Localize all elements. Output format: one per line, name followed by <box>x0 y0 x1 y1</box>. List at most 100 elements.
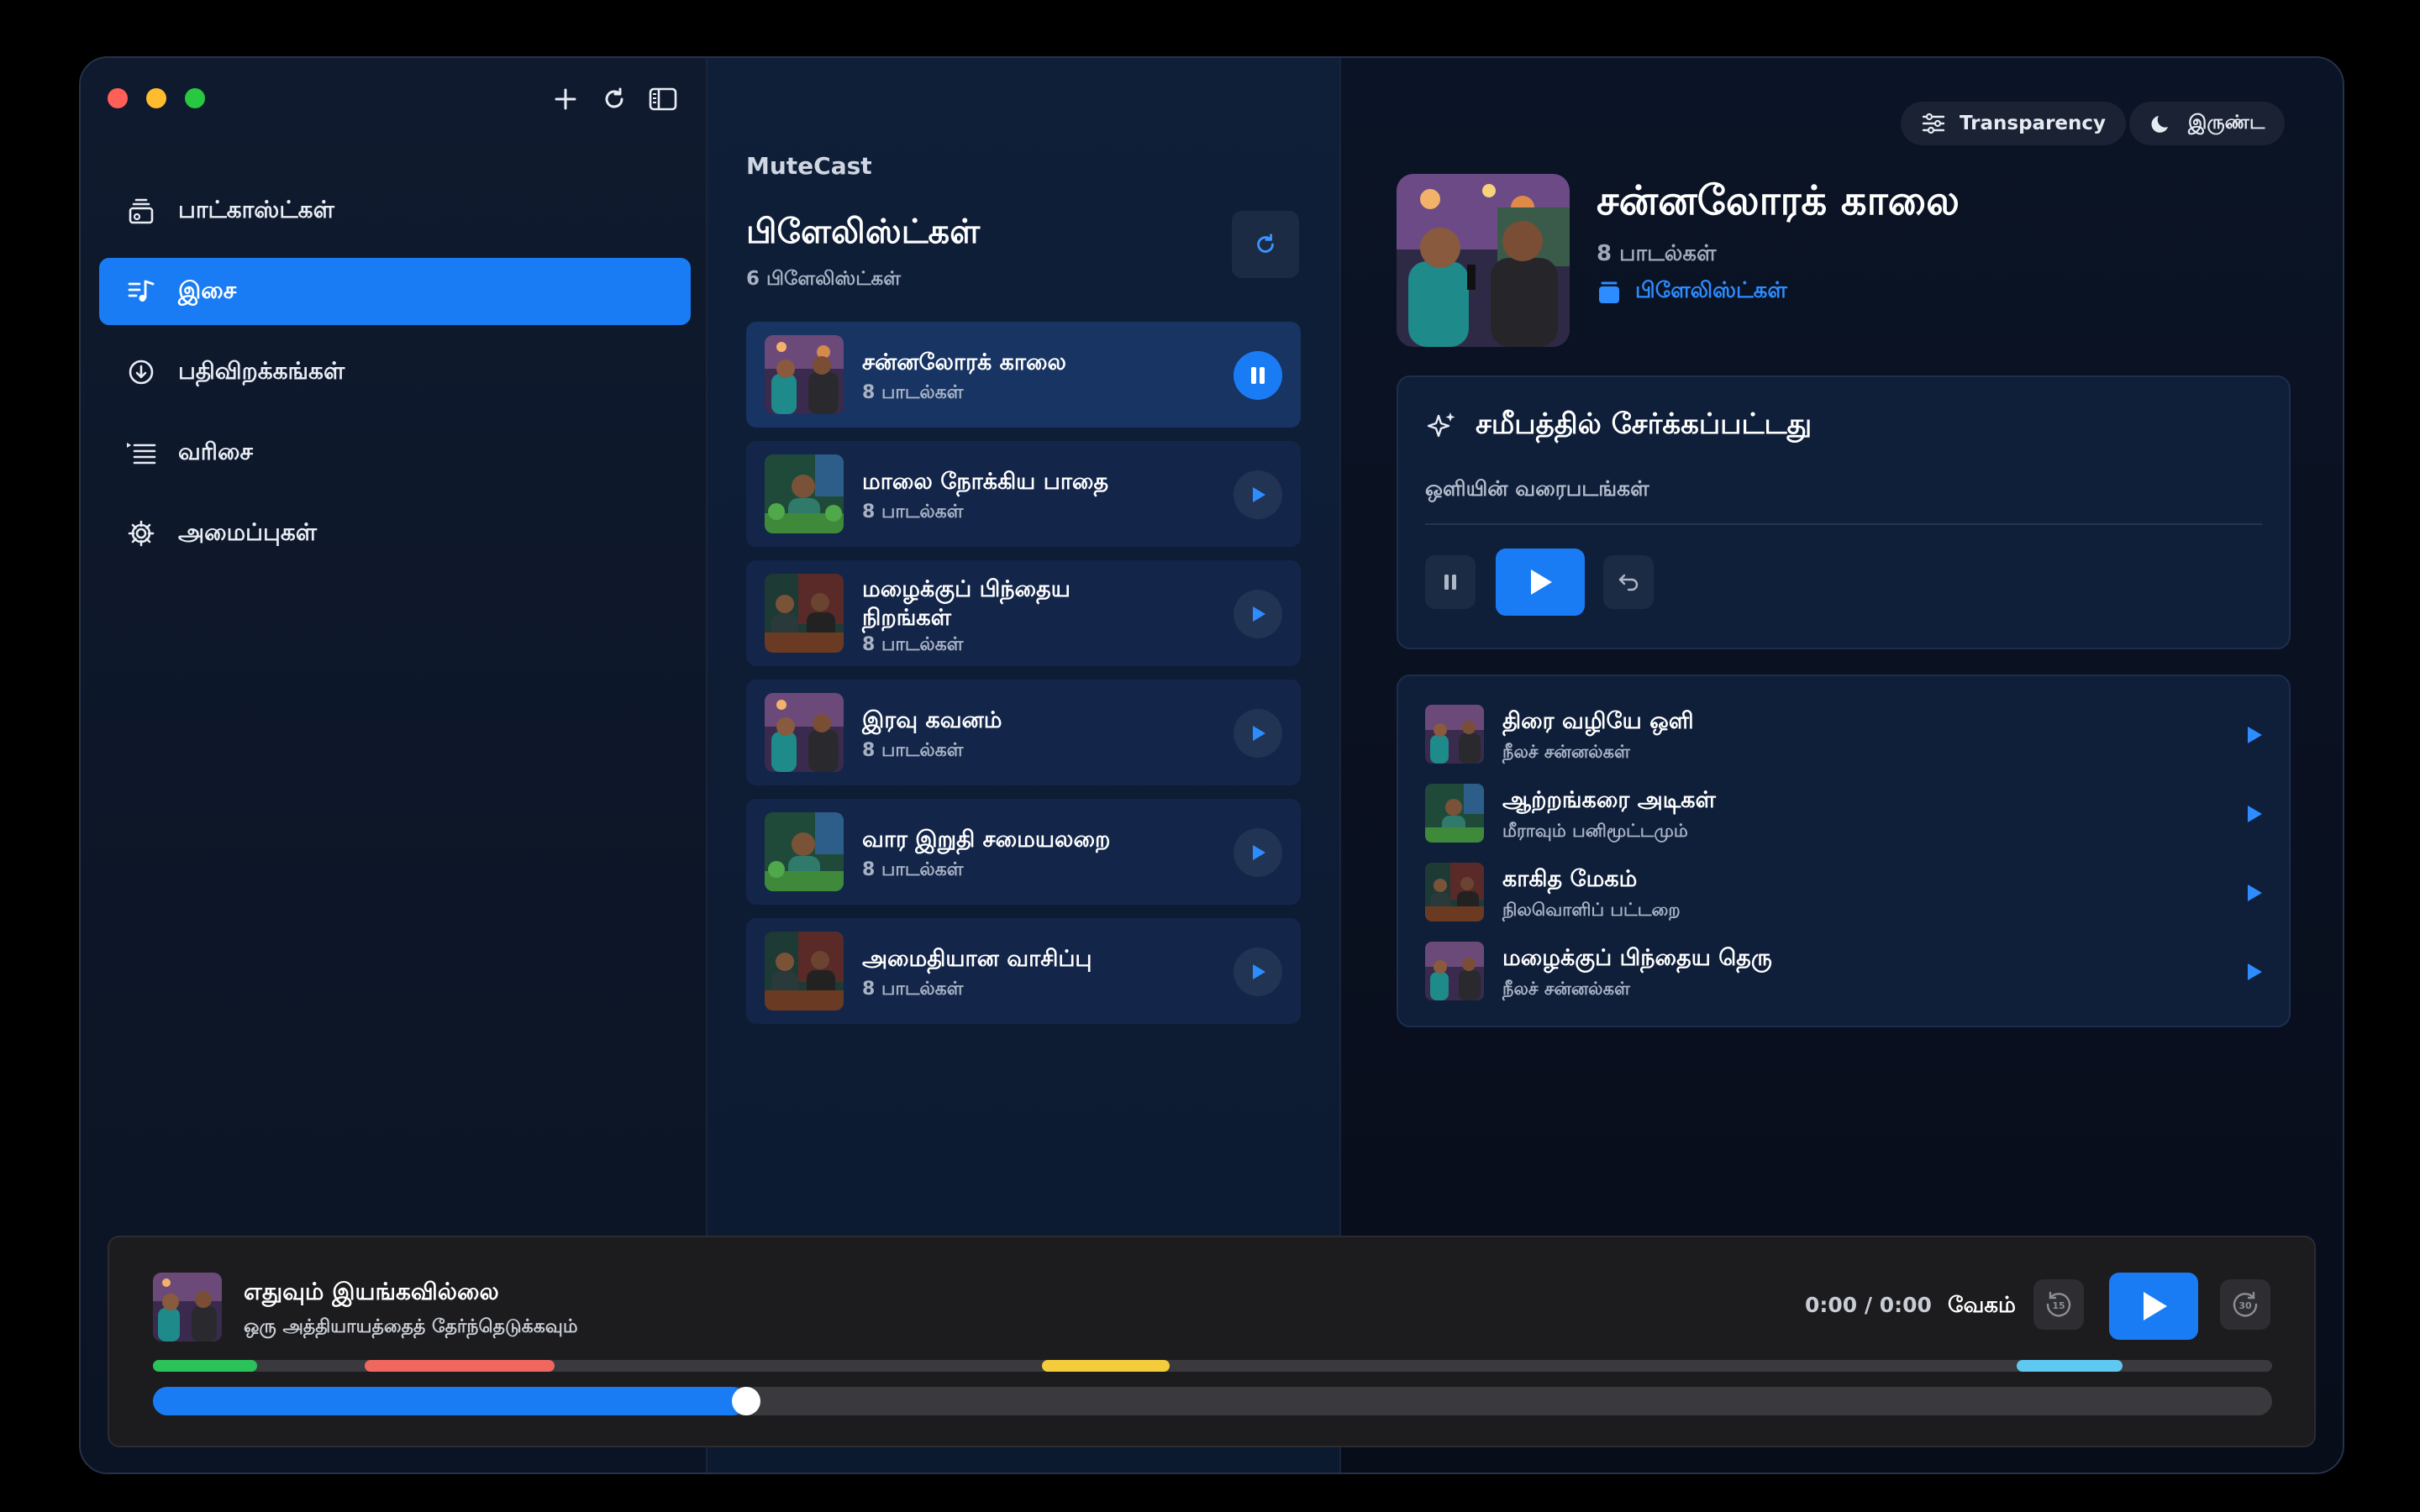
refresh-playlists-button[interactable] <box>1232 211 1299 278</box>
play-icon[interactable] <box>2242 802 2265 826</box>
sliders-icon <box>1921 111 1946 136</box>
skip-back-15-icon: 15 <box>2046 1291 2071 1317</box>
zoom-window-button[interactable] <box>185 88 205 108</box>
app-window: பாட்காஸ்ட்கள் இசை பதிவிறக்கங்கள் வரிசை அ… <box>79 56 2344 1474</box>
plus-icon <box>555 88 576 110</box>
pause-button[interactable] <box>1425 555 1476 609</box>
play-button[interactable] <box>1234 709 1282 758</box>
pause-button[interactable] <box>1234 351 1282 400</box>
playlist-name: இரவு கவனம் <box>862 707 1002 733</box>
list-item[interactable]: சன்னலோரக் காலை 8 பாடல்கள் <box>746 322 1301 428</box>
sidebar-item-settings[interactable]: அமைப்புகள் <box>99 500 691 567</box>
play-icon <box>1253 726 1265 741</box>
play-icon <box>1253 487 1265 502</box>
play-button[interactable] <box>1234 828 1282 877</box>
undo-icon <box>1618 574 1639 591</box>
play-button[interactable] <box>1234 948 1282 996</box>
playlist-track-count: 8 பாடல்கள் <box>862 382 964 403</box>
skip-forward-label: 30 <box>2238 1300 2252 1311</box>
page-title: பிளேலிஸ்ட்கள் <box>746 213 981 251</box>
playlist-artwork <box>765 574 844 653</box>
transparency-toggle[interactable]: Transparency <box>1901 102 2127 145</box>
skip-forward-button[interactable]: 30 <box>2220 1279 2270 1330</box>
queue-list-icon <box>124 436 158 470</box>
play-button[interactable] <box>1234 590 1282 638</box>
playlists-link-label: பிளேலிஸ்ட்கள் <box>1635 278 1787 303</box>
track-name: காகித மேகம் <box>1502 866 1638 892</box>
chapter-marker[interactable] <box>1042 1360 1170 1372</box>
window-controls <box>108 88 205 108</box>
sidebar-item-music[interactable]: இசை <box>99 258 691 325</box>
theme-toggle[interactable]: இருண்ட <box>2129 102 2286 145</box>
moon-icon <box>2149 111 2175 136</box>
transparency-label: Transparency <box>1960 113 2107 134</box>
now-playing-bar: எதுவும் இயங்கவில்லை ஒரு அத்தியாயத்தைத் த… <box>108 1236 2316 1447</box>
playlist-artwork <box>765 693 844 772</box>
playlist-list: சன்னலோரக் காலை 8 பாடல்கள் மாலை நோக்கிய ப… <box>746 322 1301 1037</box>
skip-back-label: 15 <box>2052 1300 2065 1311</box>
track-artwork <box>1425 784 1484 843</box>
progress-handle[interactable] <box>732 1387 761 1415</box>
sidebar-item-podcasts[interactable]: பாட்காஸ்ட்கள் <box>99 177 691 244</box>
track-artist: நீலச் சன்னல்கள் <box>1502 979 1630 999</box>
refresh-button[interactable] <box>598 83 630 115</box>
track-name: ஆற்றங்கரை அடிகள் <box>1502 787 1716 813</box>
skip-forward-30-icon: 30 <box>2233 1291 2258 1317</box>
playlists-link[interactable]: பிளேலிஸ்ட்கள் <box>1597 278 1787 306</box>
chapter-marker[interactable] <box>153 1360 257 1372</box>
toggle-sidebar-button[interactable] <box>647 83 679 115</box>
playlist-artwork <box>765 454 844 533</box>
play-button[interactable] <box>1234 470 1282 519</box>
sidebar-nav: பாட்காஸ்ட்கள் இசை பதிவிறக்கங்கள் வரிசை அ… <box>99 177 691 580</box>
podcast-stack-icon <box>124 194 158 228</box>
sidebar-item-downloads[interactable]: பதிவிறக்கங்கள் <box>99 339 691 406</box>
main-play-button[interactable] <box>2109 1273 2198 1340</box>
playlist-artwork <box>765 335 844 414</box>
track-artwork <box>1425 942 1484 1000</box>
music-list-icon <box>124 275 158 308</box>
list-item[interactable]: மழைக்குப் பிந்தைய நிறங்கள் 8 பாடல்கள் <box>746 560 1301 666</box>
table-row[interactable]: திரை வழியே ஒளி நீலச் சன்னல்கள் <box>1425 701 2265 765</box>
sidebar-toggle-icon <box>649 87 677 111</box>
chapter-marker[interactable] <box>2017 1360 2123 1372</box>
table-row[interactable]: ஆற்றங்கரை அடிகள் மீராவும் பனிமூட்டமும் <box>1425 780 2265 844</box>
table-row[interactable]: மழைக்குப் பிந்தைய தெரு நீலச் சன்னல்கள் <box>1425 938 2265 1002</box>
playlist-name: சன்னலோரக் காலை <box>862 349 1066 375</box>
list-item[interactable]: வார இறுதி சமையலறை 8 பாடல்கள் <box>746 799 1301 905</box>
undo-button[interactable] <box>1603 555 1654 609</box>
play-icon <box>1253 964 1265 979</box>
playlist-cover <box>1397 174 1570 347</box>
play-button[interactable] <box>1496 549 1585 616</box>
minimize-window-button[interactable] <box>146 88 166 108</box>
playlist-artwork <box>765 932 844 1011</box>
chapter-markers <box>153 1360 2272 1372</box>
sidebar-item-queue[interactable]: வரிசை <box>99 419 691 486</box>
skip-back-button[interactable]: 15 <box>2033 1279 2084 1330</box>
play-icon[interactable] <box>2242 723 2265 747</box>
playlist-track-count: 8 பாடல்கள் <box>862 634 964 655</box>
play-icon[interactable] <box>2242 960 2265 984</box>
now-playing-subtitle: ஒரு அத்தியாயத்தைத் தேர்ந்தெடுக்கவும் <box>244 1316 578 1337</box>
list-item[interactable]: அமைதியான வாசிப்பு 8 பாடல்கள் <box>746 918 1301 1024</box>
list-item[interactable]: இரவு கவனம் 8 பாடல்கள் <box>746 680 1301 785</box>
playlist-name: அமைதியான வாசிப்பு <box>862 946 1092 972</box>
close-window-button[interactable] <box>108 88 128 108</box>
recent-subtitle: ஒளியின் வரைபடங்கள் <box>1425 476 1649 501</box>
table-row[interactable]: காகித மேகம் நிலவொளிப் பட்டறை <box>1425 859 2265 923</box>
play-icon[interactable] <box>2242 881 2265 905</box>
list-item[interactable]: மாலை நோக்கிய பாதை 8 பாடல்கள் <box>746 441 1301 547</box>
playlist-track-count: 8 பாடல்கள் <box>1597 241 1717 266</box>
sparkles-icon <box>1427 412 1455 438</box>
app-brand: MuteCast <box>746 152 872 180</box>
progress-slider[interactable] <box>153 1387 2272 1415</box>
chapter-marker[interactable] <box>365 1360 555 1372</box>
now-playing-artwork <box>153 1273 222 1341</box>
pause-icon <box>1251 367 1265 384</box>
track-name: மழைக்குப் பிந்தைய தெரு <box>1502 945 1772 971</box>
stack-icon <box>1599 281 1619 303</box>
add-button[interactable] <box>550 83 581 115</box>
playlist-name: வார இறுதி சமையலறை <box>862 827 1111 853</box>
speed-button[interactable]: வேகம் <box>1948 1293 2016 1320</box>
sidebar-item-label: பாட்காஸ்ட்கள் <box>178 195 334 223</box>
track-artist: நீலச் சன்னல்கள் <box>1502 742 1630 762</box>
